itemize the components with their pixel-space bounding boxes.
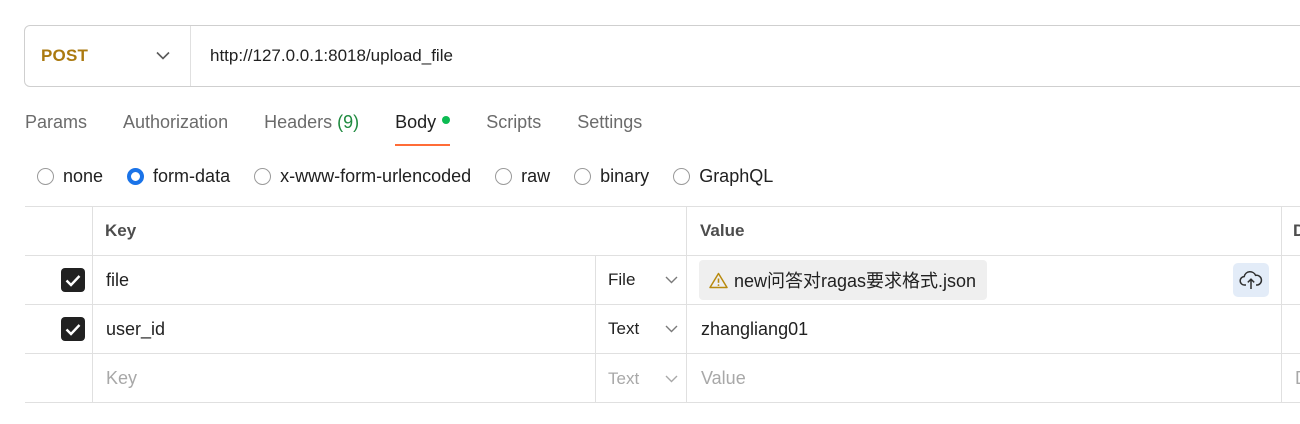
tab-headers[interactable]: Headers (9) [264, 100, 359, 146]
radio-graphql[interactable]: GraphQL [673, 166, 773, 187]
file-chip[interactable]: new问答对ragas要求格式.json [699, 260, 988, 300]
tab-label: Headers [264, 112, 333, 132]
value-field-placeholder[interactable]: Value [701, 354, 746, 403]
warning-icon [709, 272, 728, 289]
table-row: file File new问答对ragas要求格式.json [25, 256, 1300, 305]
radio-circle-selected[interactable] [127, 167, 145, 185]
headers-count: (9) [337, 112, 360, 132]
tab-settings[interactable]: Settings [577, 100, 642, 146]
key-field[interactable]: user_id [106, 305, 165, 353]
table-header-row: Key Value D [25, 207, 1300, 256]
chevron-down-icon [156, 47, 170, 65]
table-row: user_id Text zhangliang01 [25, 305, 1300, 354]
radio-label: raw [521, 165, 551, 186]
tab-body[interactable]: Body [395, 100, 451, 146]
method-select[interactable]: POST [25, 26, 191, 86]
tab-label: Scripts [486, 112, 542, 132]
type-label: Text [608, 319, 640, 338]
radio-x-www-form-urlencoded[interactable]: x-www-form-urlencoded [254, 166, 471, 187]
key-field-placeholder[interactable]: Key [106, 354, 137, 403]
url-input[interactable] [191, 26, 1300, 86]
type-select[interactable]: File [608, 256, 678, 304]
type-select[interactable]: Text [608, 354, 678, 403]
row-checkbox[interactable] [61, 317, 85, 341]
request-url-bar: POST [24, 25, 1300, 87]
row-checkbox[interactable] [61, 268, 85, 292]
method-label: POST [41, 46, 89, 65]
type-select[interactable]: Text [608, 305, 678, 353]
cloud-upload-icon [1239, 271, 1263, 289]
radio-label: binary [600, 165, 650, 186]
key-field[interactable]: file [106, 256, 129, 304]
tab-label: Body [395, 112, 437, 132]
check-icon [65, 274, 81, 287]
radio-label: x-www-form-urlencoded [280, 165, 472, 186]
table-row-new: Key Text Value D [25, 354, 1300, 403]
radio-label: form-data [153, 165, 231, 186]
radio-form-data[interactable]: form-data [127, 166, 230, 187]
tab-label: Params [25, 112, 88, 132]
tab-authorization[interactable]: Authorization [123, 100, 228, 146]
chevron-down-icon [665, 375, 678, 382]
radio-circle[interactable] [673, 167, 691, 185]
value-cell: new问答对ragas要求格式.json [699, 256, 988, 304]
value-column-header: Value [700, 221, 745, 240]
description-field-placeholder[interactable]: D [1295, 354, 1300, 403]
form-data-table: Key Value D file File new问答对ragas要求格式.js… [25, 206, 1300, 403]
description-column-header: D [1293, 221, 1300, 240]
tab-scripts[interactable]: Scripts [486, 100, 541, 146]
chevron-down-icon [665, 276, 678, 284]
tab-label: Settings [577, 112, 643, 132]
type-label: Text [608, 368, 640, 388]
radio-binary[interactable]: binary [574, 166, 649, 187]
radio-none[interactable]: none [37, 166, 103, 187]
tab-params[interactable]: Params [25, 100, 87, 146]
row-checkbox-cell [61, 305, 85, 353]
request-tabs: Params Authorization Headers (9) Body Sc… [25, 100, 678, 146]
key-column-header: Key [105, 221, 137, 240]
chevron-down-icon [665, 325, 678, 333]
radio-label: none [63, 165, 104, 186]
body-status-dot [442, 116, 451, 124]
type-label: File [608, 270, 636, 289]
radio-circle[interactable] [254, 167, 272, 185]
upload-file-button[interactable] [1233, 263, 1269, 297]
radio-circle[interactable] [37, 167, 54, 185]
body-type-options: none form-data x-www-form-urlencoded raw… [37, 165, 797, 187]
radio-label: GraphQL [699, 165, 774, 186]
file-name: new问答对ragas要求格式.json [734, 271, 977, 291]
check-icon [65, 323, 81, 336]
value-field[interactable]: zhangliang01 [701, 305, 808, 353]
radio-circle[interactable] [574, 167, 592, 185]
radio-circle[interactable] [495, 167, 513, 185]
radio-raw[interactable]: raw [495, 166, 550, 187]
row-checkbox-cell [61, 256, 85, 304]
tab-label: Authorization [123, 112, 229, 132]
